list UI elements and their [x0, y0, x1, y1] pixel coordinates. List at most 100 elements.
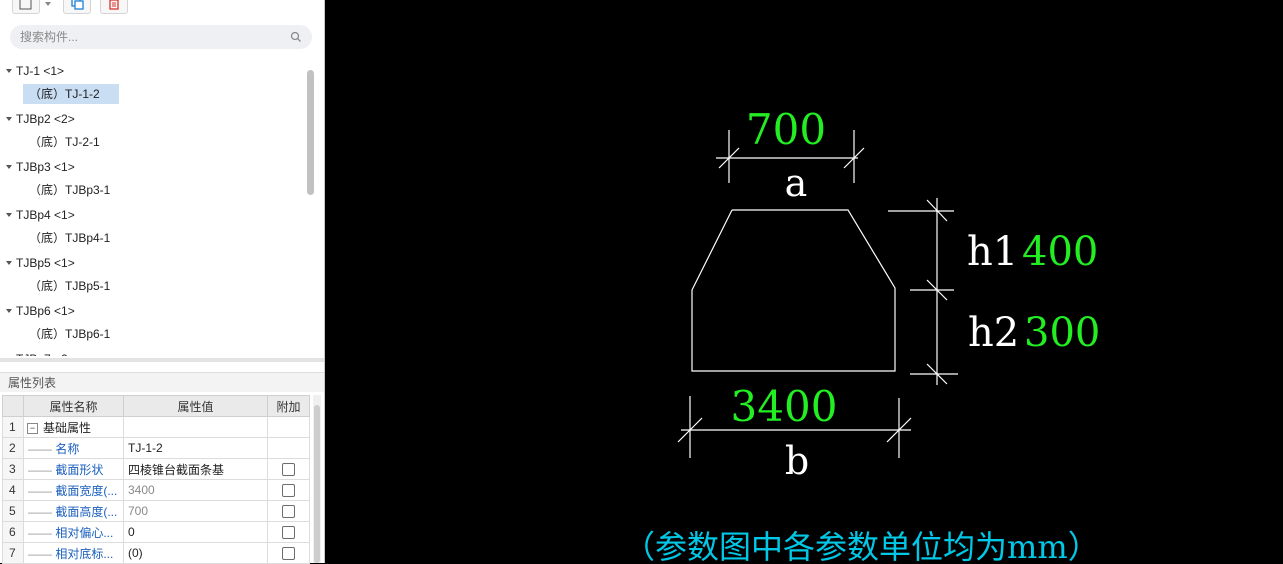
tree-item[interactable]: （底）TJBp5-1: [0, 276, 303, 300]
property-name-cell: —— 名称: [23, 437, 124, 459]
property-table-header: 属性名称 属性值 附加: [2, 395, 310, 417]
property-row[interactable]: 5 —— 截面高度(... 700: [2, 500, 310, 522]
property-name: 截面高度(...: [55, 504, 118, 519]
search-box: [10, 25, 312, 49]
h1-value: 400: [1022, 229, 1098, 275]
property-name: 相对底标...: [55, 546, 114, 561]
column-header-value[interactable]: 属性值: [123, 395, 268, 417]
new-component-button[interactable]: [12, 0, 40, 14]
expand-caret-icon[interactable]: [6, 117, 12, 121]
tree-group[interactable]: TJBp5 <1>: [0, 252, 303, 276]
section-outline: [691, 209, 896, 372]
tree-connector: ——: [28, 546, 56, 561]
h2-value: 300: [1024, 310, 1100, 356]
property-row[interactable]: 1− 基础属性: [2, 416, 310, 438]
bottom-width-value: 3400: [731, 382, 838, 431]
property-row[interactable]: 7 —— 相对底标... (0): [2, 542, 310, 564]
tree-group[interactable]: TJBp3 <1>: [0, 156, 303, 180]
h2-label: h2: [968, 310, 1019, 356]
property-extra-cell: [267, 500, 310, 522]
tree-item[interactable]: （底）TJBp6-1: [0, 324, 303, 348]
tree-item[interactable]: （底）TJ-1-2: [0, 84, 303, 108]
top-width-value: 700: [746, 105, 826, 154]
collapse-icon[interactable]: −: [27, 422, 38, 434]
property-value[interactable]: [123, 416, 268, 438]
parameter-diagram-canvas: 700 a h1 400 h2 300 3400 b （参数图中各参数单位均为m…: [326, 0, 1283, 563]
row-number: 1: [2, 416, 24, 438]
tree-connector: ——: [28, 441, 56, 456]
rownum-header: [2, 395, 24, 417]
tree-item-label: （底）TJ-2-1: [29, 135, 100, 149]
property-value[interactable]: 四棱锥台截面条基: [123, 458, 268, 480]
tree-group[interactable]: TJ-1 <1>: [0, 60, 303, 84]
component-panel: TJ-1 <1> （底）TJ-1-2 TJBp2 <2> （底）TJ-2-1 TJBp3…: [0, 0, 325, 564]
attach-checkbox[interactable]: [282, 547, 295, 561]
expand-caret-icon[interactable]: [6, 213, 12, 217]
attach-checkbox[interactable]: [282, 484, 295, 498]
unit-note: （参数图中各参数单位均为mm）: [623, 528, 1100, 563]
row-number: 5: [2, 500, 24, 522]
tree-item[interactable]: （底）TJ-2-1: [0, 132, 303, 156]
copy-button[interactable]: [63, 0, 91, 14]
column-header-name[interactable]: 属性名称: [23, 395, 124, 417]
property-row[interactable]: 6 —— 相对偏心... 0: [2, 521, 310, 543]
tree-group-label: TJBp5 <1>: [16, 256, 75, 270]
tree-group-label: TJBp6 <1>: [16, 304, 75, 318]
property-name: 截面形状: [55, 462, 104, 477]
property-name: 截面宽度(...: [55, 483, 118, 498]
tree-scrollbar-thumb[interactable]: [307, 70, 314, 195]
attach-checkbox[interactable]: [282, 505, 295, 519]
tree-item[interactable]: （底）TJBp3-1: [0, 180, 303, 204]
delete-icon: [109, 0, 119, 10]
property-row[interactable]: 4 —— 截面宽度(... 3400: [2, 479, 310, 501]
expand-caret-icon[interactable]: [6, 309, 12, 313]
h1-label: h1: [967, 229, 1018, 275]
top-width-label: a: [785, 161, 808, 205]
tree-group[interactable]: TJBp4 <1>: [0, 204, 303, 228]
property-value[interactable]: TJ-1-2: [123, 437, 268, 459]
tree-group[interactable]: TJBp6 <1>: [0, 300, 303, 324]
search-icon[interactable]: [290, 31, 302, 43]
property-group-name: 基础属性: [43, 420, 92, 435]
column-header-extra[interactable]: 附加: [267, 395, 310, 417]
property-value[interactable]: 0: [123, 521, 268, 543]
expand-caret-icon[interactable]: [6, 69, 12, 73]
tree-group-label: TJBp2 <2>: [16, 112, 75, 126]
bottom-width-label: b: [785, 439, 809, 483]
tree-group-label: TJBp3 <1>: [16, 160, 75, 174]
tree-group[interactable]: TJBp2 <2>: [0, 108, 303, 132]
panel-splitter[interactable]: [0, 358, 324, 362]
row-number: 2: [2, 437, 24, 459]
property-value[interactable]: 700: [123, 500, 268, 522]
section-diagram: 700 a h1 400 h2 300 3400 b （参数图中各参数单位均为m…: [623, 105, 1100, 563]
property-extra-cell: [267, 437, 310, 459]
property-row[interactable]: 3 —— 截面形状 四棱锥台截面条基: [2, 458, 310, 480]
property-extra-cell: [267, 521, 310, 543]
expand-caret-icon[interactable]: [6, 261, 12, 265]
component-tree: TJ-1 <1> （底）TJ-1-2 TJBp2 <2> （底）TJ-2-1 TJBp3…: [0, 60, 303, 356]
attach-checkbox[interactable]: [282, 526, 295, 540]
property-value[interactable]: 3400: [123, 479, 268, 501]
property-scrollbar-thumb[interactable]: [314, 405, 320, 563]
tree-item-label: （底）TJ-1-2: [23, 84, 119, 104]
property-name-cell: —— 相对偏心...: [23, 521, 124, 543]
property-row[interactable]: 2 —— 名称 TJ-1-2: [2, 437, 310, 459]
tree-connector: ——: [28, 462, 56, 477]
tree-group[interactable]: TJBp7 <2>: [0, 348, 303, 356]
search-input[interactable]: [20, 27, 280, 47]
property-name: 相对偏心...: [55, 525, 114, 540]
tree-item-label: （底）TJBp3-1: [29, 183, 111, 197]
attach-checkbox[interactable]: [282, 463, 295, 477]
row-number: 7: [2, 542, 24, 564]
tree-item-label: （底）TJBp5-1: [29, 279, 111, 293]
property-name-cell: —— 截面高度(...: [23, 500, 124, 522]
property-name: 名称: [55, 441, 80, 456]
row-number: 6: [2, 521, 24, 543]
tree-item[interactable]: （底）TJBp4-1: [0, 228, 303, 252]
delete-button[interactable]: [100, 0, 128, 14]
expand-caret-icon[interactable]: [6, 165, 12, 169]
property-extra-cell: [267, 458, 310, 480]
dropdown-caret-icon[interactable]: [45, 2, 51, 6]
toolbar: [0, 0, 325, 18]
property-value[interactable]: (0): [123, 542, 268, 564]
